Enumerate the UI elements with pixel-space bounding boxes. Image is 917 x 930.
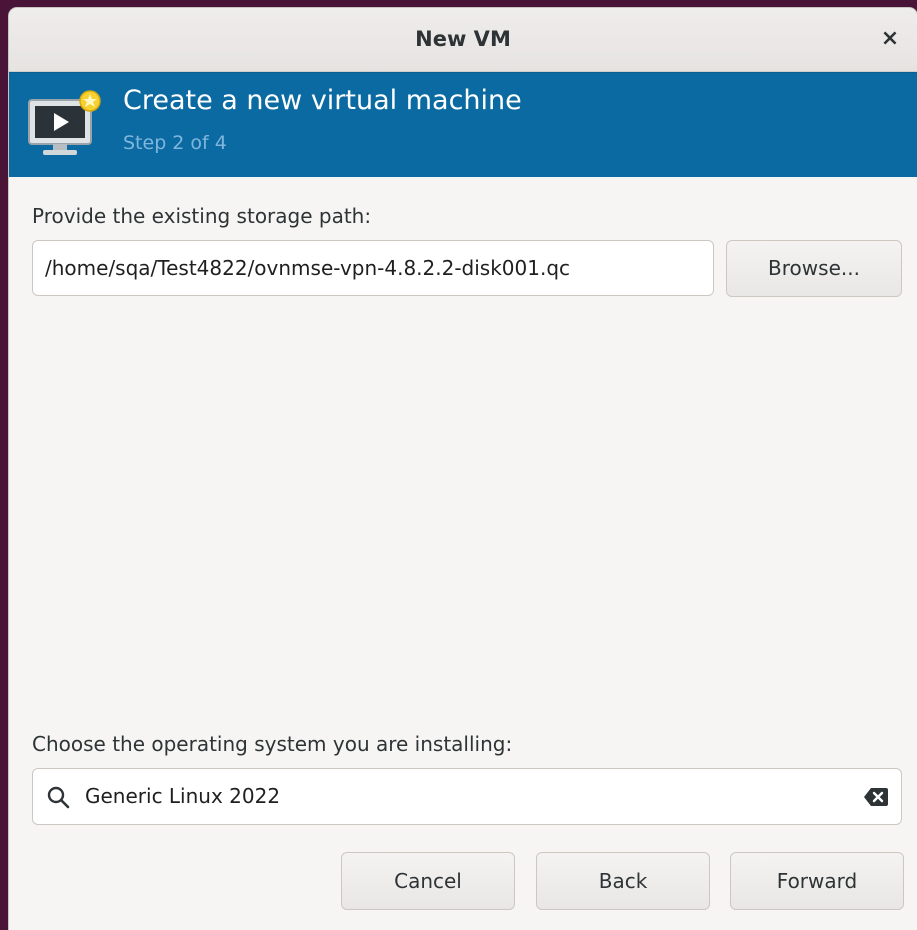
os-selection-label: Choose the operating system you are inst… [32,732,513,756]
back-button[interactable]: Back [536,852,710,910]
os-search-field[interactable]: Generic Linux 2022 [32,768,902,825]
close-icon: × [880,26,900,51]
clear-icon[interactable] [863,786,889,808]
storage-path-input[interactable]: /home/sqa/Test4822/ovnmse-vpn-4.8.2.2-di… [32,240,714,296]
new-vm-dialog: New VM × Create a new virtual machine St… [9,8,917,930]
wizard-title: Create a new virtual machine [123,85,522,116]
cancel-button[interactable]: Cancel [341,852,515,910]
wizard-step-indicator: Step 2 of 4 [123,132,227,154]
close-button[interactable]: × [873,22,907,56]
storage-path-label: Provide the existing storage path: [32,204,372,228]
search-icon [47,786,70,809]
title-bar: New VM × [9,8,917,72]
window-title: New VM [415,27,511,51]
vm-monitor-icon [28,90,101,155]
forward-button[interactable]: Forward [730,852,904,910]
os-search-value: Generic Linux 2022 [85,784,281,808]
wizard-header-banner: Create a new virtual machine Step 2 of 4 [9,72,917,177]
browse-button[interactable]: Browse... [726,240,902,297]
